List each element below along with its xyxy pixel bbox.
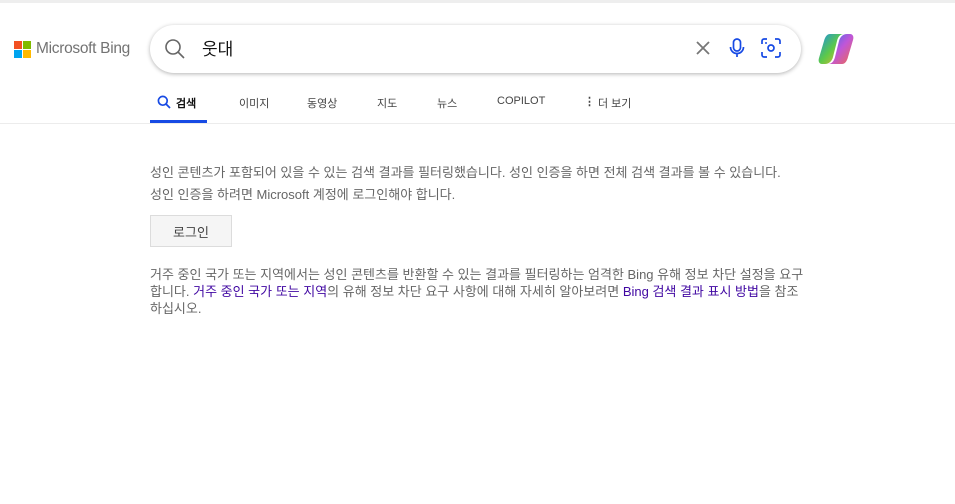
filter-message: 성인 콘텐츠가 포함되어 있을 수 있는 검색 결과를 필터링했습니다. 성인 … [150,165,781,180]
tab-label: 검색 [176,98,197,110]
search-box [150,25,801,73]
tab-label: 뉴스 [437,98,458,110]
sign-in-message: 성인 인증을 하려면 Microsoft 계정에 로그인해야 합니다. [150,187,456,202]
region-policy-message: 거주 중인 국가 또는 지역에서는 성인 콘텐츠를 반환할 수 있는 결과를 필… [150,266,805,317]
adult-filter-notice: 성인 콘텐츠가 포함되어 있을 수 있는 검색 결과를 필터링했습니다. 성인 … [150,162,805,317]
header-divider [0,123,955,124]
search-icon[interactable] [164,38,186,65]
tab-label: COPILOT [497,95,546,107]
tab-maps[interactable]: 지도 [377,88,437,123]
tab-label: 더 보기 [598,98,632,110]
bing-results-link[interactable]: Bing 검색 결과 표시 방법 [623,284,759,299]
tab-videos[interactable]: 동영상 [307,88,377,123]
top-border [0,0,955,3]
tab-label: 동영상 [307,98,338,110]
microphone-icon[interactable] [728,37,746,64]
more-vertical-icon: ⋮ [584,96,595,108]
logo-text: Microsoft Bing [36,40,130,57]
search-tabs: 검색 이미지 동영상 지도 뉴스 COPILOT ⋮ 더 보기 [150,88,631,123]
copilot-icon[interactable] [818,32,854,71]
region-link[interactable]: 거주 중인 국가 또는 지역 [193,284,327,299]
policy-text: 의 유해 정보 차단 요구 사항에 대해 자세히 알아보려면 [327,284,623,299]
microsoft-logo-icon [14,40,31,58]
tab-more[interactable]: ⋮ 더 보기 [584,88,631,123]
tab-search[interactable]: 검색 [150,88,207,123]
tab-news[interactable]: 뉴스 [437,88,497,123]
search-icon [157,95,171,112]
clear-icon[interactable] [694,39,712,62]
tab-copilot[interactable]: COPILOT [497,88,584,123]
bing-logo[interactable]: Microsoft Bing [14,40,130,58]
search-input[interactable] [202,37,682,57]
tab-label: 이미지 [239,98,270,110]
login-button[interactable]: 로그인 [150,215,232,247]
visual-search-icon[interactable] [761,38,781,63]
tab-images[interactable]: 이미지 [239,88,307,123]
tab-label: 지도 [377,98,398,110]
